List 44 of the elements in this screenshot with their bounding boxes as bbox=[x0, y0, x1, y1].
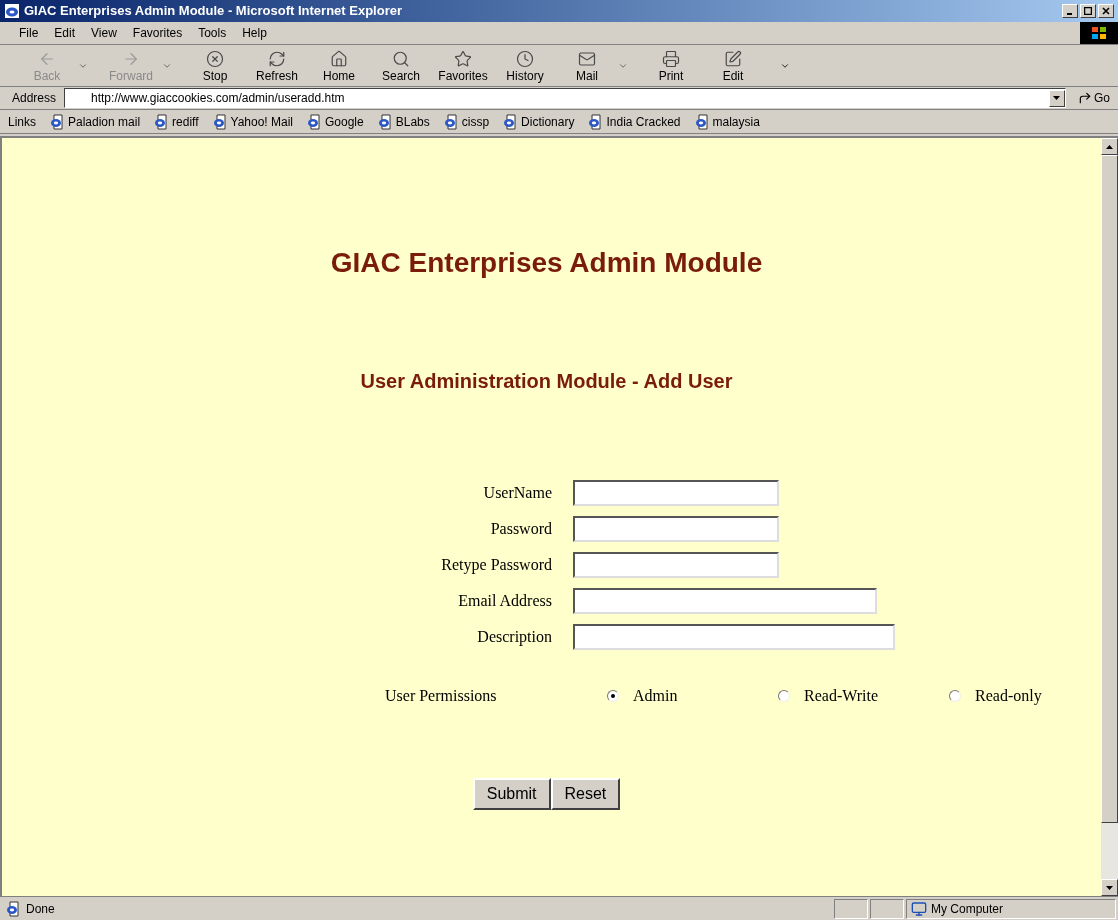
menu-item[interactable]: File bbox=[12, 24, 46, 42]
field-label: UserName bbox=[483, 483, 552, 503]
link-item[interactable]: Google bbox=[307, 112, 364, 131]
link-item[interactable]: BLabs bbox=[377, 112, 430, 131]
toolbar-button[interactable]: Search bbox=[370, 45, 432, 86]
field-label: Retype Password bbox=[441, 555, 552, 576]
page-heading: GIAC Enterprises Admin Module bbox=[330, 246, 763, 280]
link-item[interactable]: Dictionary bbox=[503, 112, 575, 131]
radio-option[interactable]: Read-only bbox=[949, 684, 1042, 708]
page-subheading: User Administration Module - Add User bbox=[360, 369, 733, 394]
link-item[interactable]: rediff bbox=[154, 112, 199, 131]
toolbar-button[interactable]: Refresh bbox=[246, 45, 308, 86]
radio-option[interactable]: Admin bbox=[607, 684, 778, 708]
link-item[interactable]: cissp bbox=[443, 112, 490, 131]
link-item[interactable]: Yahoo! Mail bbox=[212, 112, 293, 131]
status-text: Done bbox=[26, 900, 55, 918]
permissions-label: User Permissions bbox=[385, 686, 498, 706]
link-item[interactable]: Paladion mail bbox=[50, 112, 141, 131]
form-button[interactable]: Reset bbox=[550, 778, 621, 810]
menu-item[interactable]: Edit bbox=[47, 24, 83, 42]
form-button[interactable]: Submit bbox=[472, 778, 551, 810]
menu-item[interactable]: Help bbox=[235, 24, 274, 42]
link-item[interactable]: malaysia bbox=[694, 112, 760, 131]
address-field[interactable]: http://www.giaccookies.com/admin/useradd.htm bbox=[64, 88, 1066, 108]
toolbar-button[interactable]: Mail bbox=[556, 45, 618, 86]
window-title: GIAC Enterprises Admin Module - Microsoft Internet Explorer bbox=[24, 2, 403, 21]
link-item[interactable]: India Cracked bbox=[588, 112, 681, 131]
address-label: Address bbox=[11, 90, 58, 107]
field-label: Description bbox=[477, 627, 552, 648]
radio-option[interactable]: Read-Write bbox=[778, 684, 949, 708]
field-label: Password bbox=[490, 519, 552, 539]
toolbar-button[interactable]: Stop bbox=[184, 45, 246, 86]
toolbar-button[interactable]: Edit bbox=[702, 45, 764, 86]
toolbar-button[interactable]: Print bbox=[640, 45, 702, 86]
toolbar-button[interactable]: Home bbox=[308, 45, 370, 86]
go-button[interactable]: Go bbox=[1070, 89, 1118, 107]
menu-item[interactable]: Favorites bbox=[125, 24, 190, 42]
menu-item[interactable]: Tools bbox=[191, 24, 234, 42]
toolbar-button[interactable]: History bbox=[494, 45, 556, 86]
menu-item[interactable]: View bbox=[84, 24, 124, 42]
toolbar-button[interactable]: Favorites bbox=[432, 45, 494, 86]
zone-text: My Computer bbox=[931, 900, 1004, 918]
links-label: Links bbox=[8, 113, 36, 131]
field-label: Email Address bbox=[458, 591, 552, 611]
